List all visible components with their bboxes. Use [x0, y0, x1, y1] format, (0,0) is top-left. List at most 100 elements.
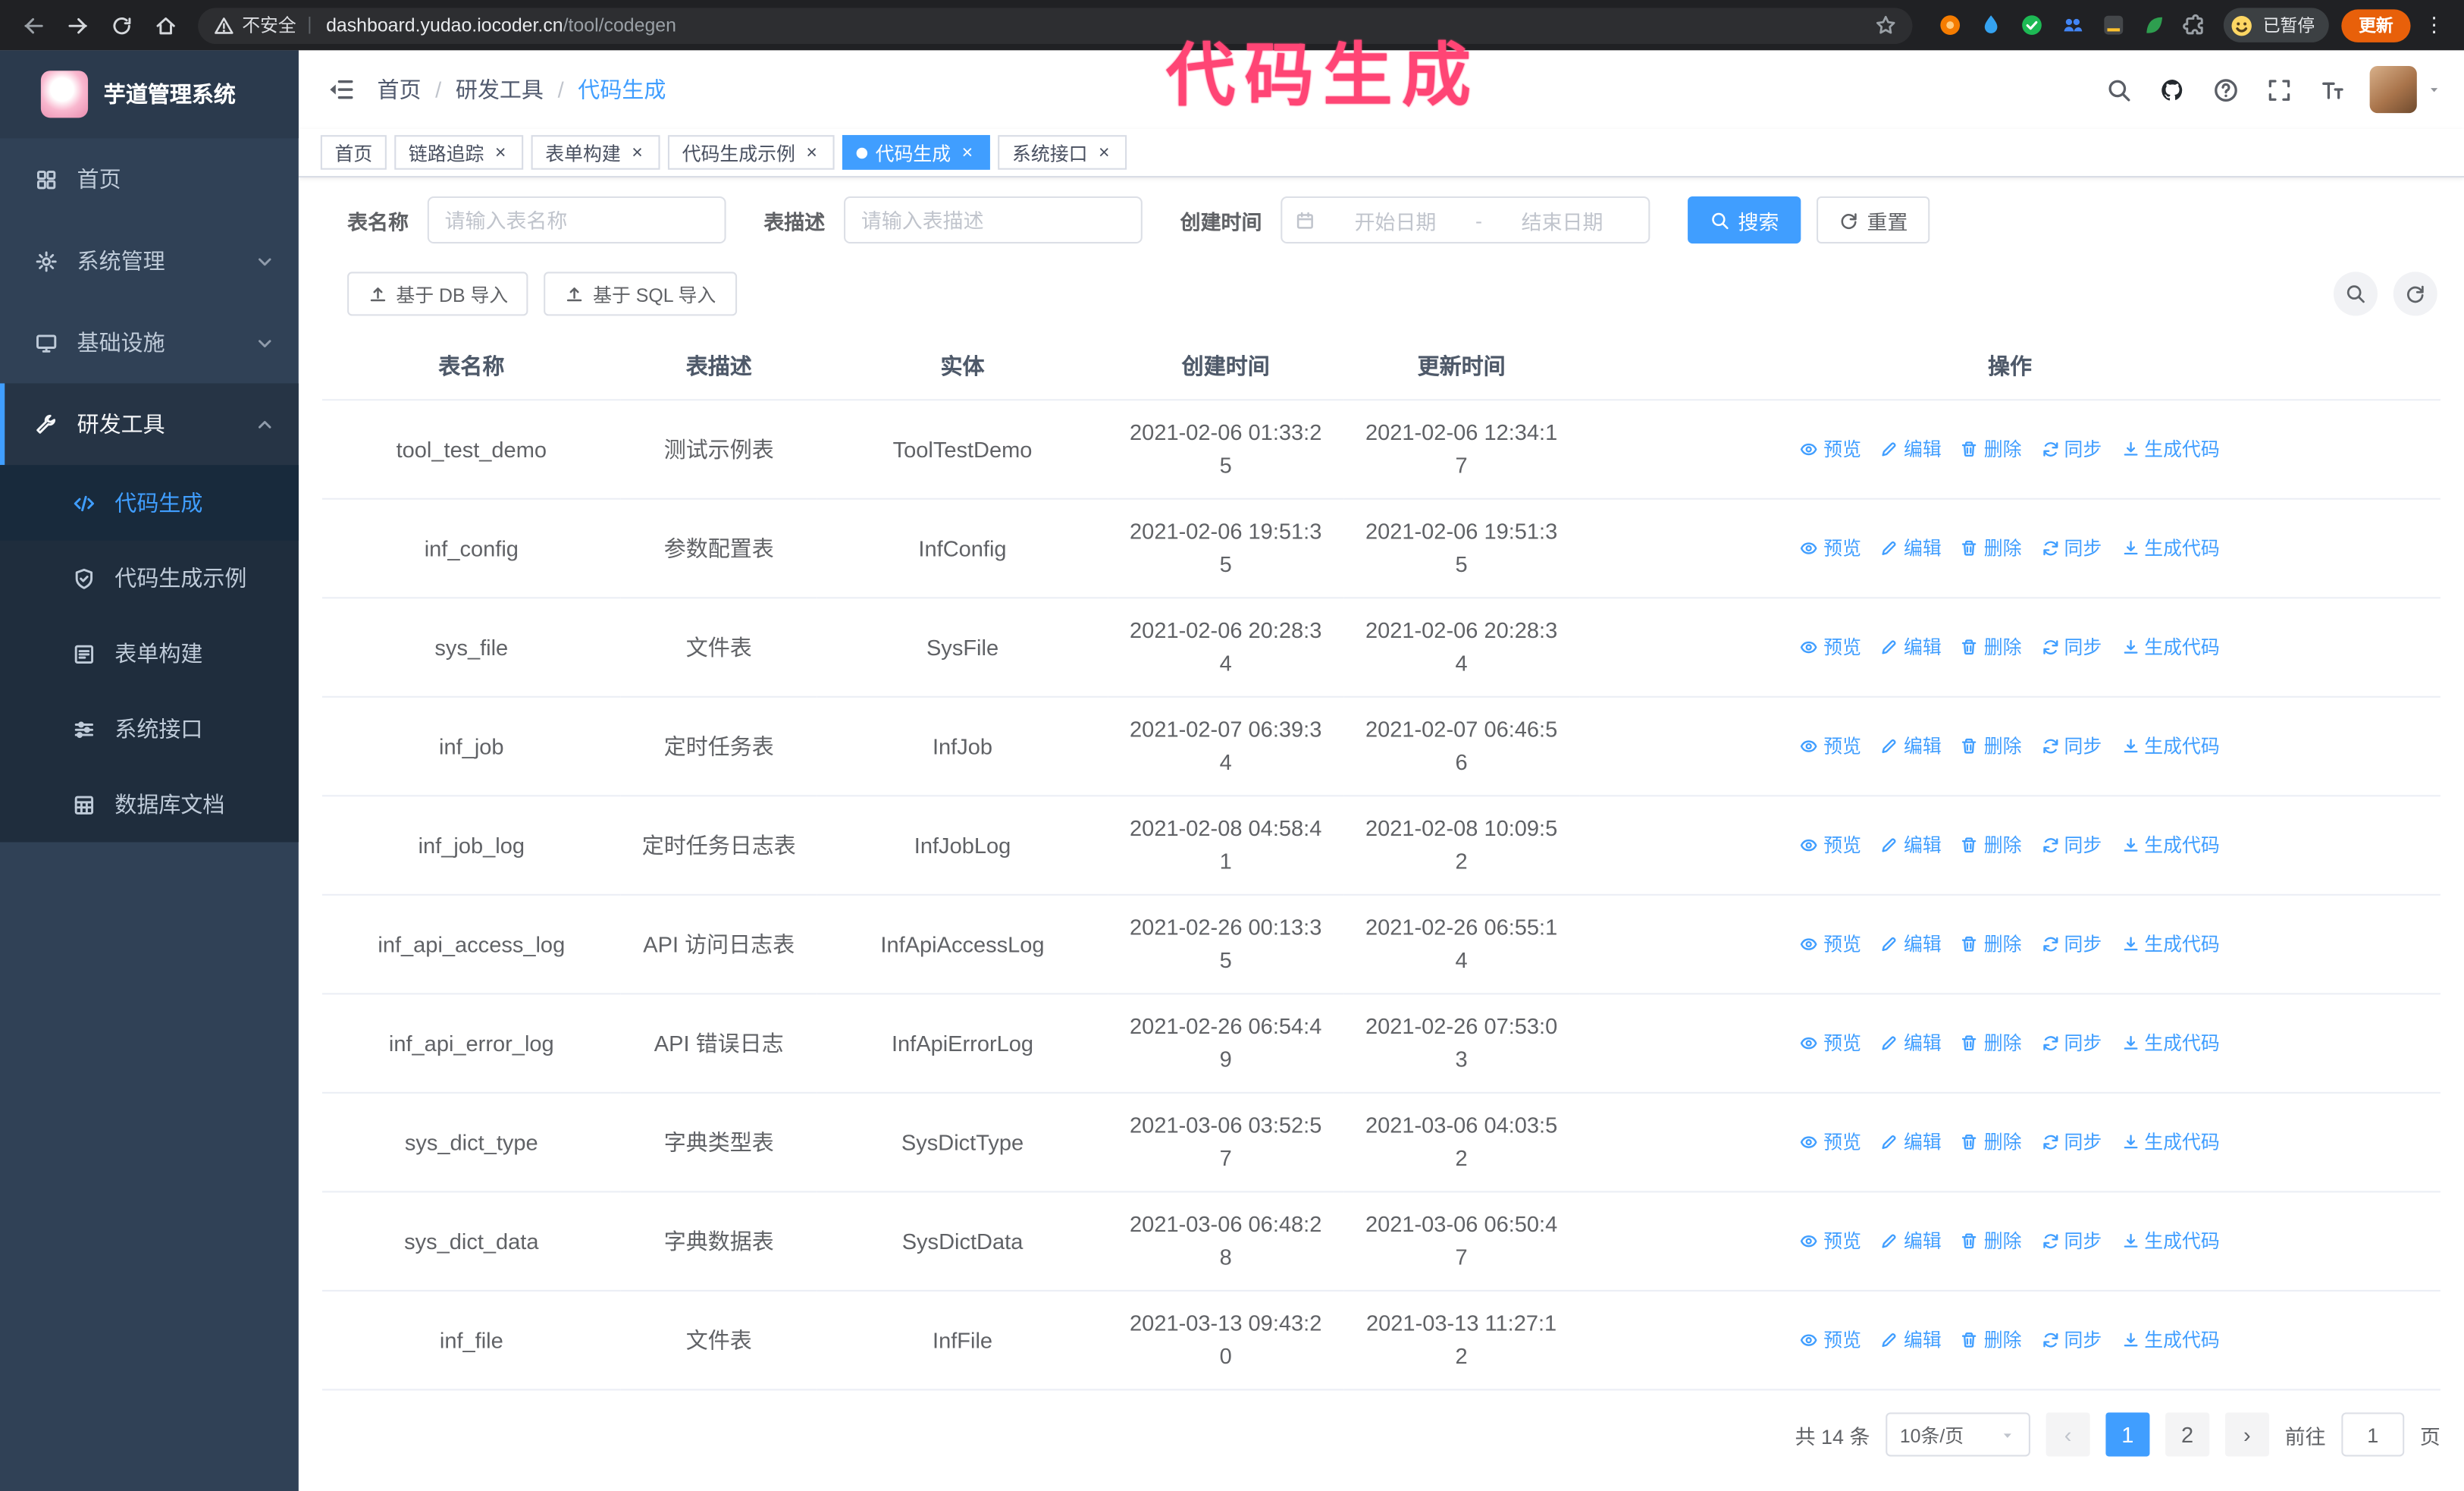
- action-delete[interactable]: 删除: [1961, 1225, 2022, 1258]
- import-sql-button[interactable]: 基于 SQL 导入: [544, 272, 737, 316]
- extensions-puzzle-icon[interactable]: [2175, 5, 2215, 45]
- action-preview[interactable]: 预览: [1800, 1125, 1861, 1159]
- action-delete[interactable]: 删除: [1961, 1027, 2022, 1060]
- action-generate-code[interactable]: 生成代码: [2121, 433, 2220, 466]
- action-generate-code[interactable]: 生成代码: [2121, 1027, 2220, 1060]
- action-sync[interactable]: 同步: [2040, 730, 2102, 763]
- action-delete[interactable]: 删除: [1961, 1125, 2022, 1159]
- action-edit[interactable]: 编辑: [1880, 433, 1942, 466]
- import-db-button[interactable]: 基于 DB 导入: [347, 272, 529, 316]
- action-edit[interactable]: 编辑: [1880, 829, 1942, 862]
- action-edit[interactable]: 编辑: [1880, 1225, 1942, 1258]
- action-sync[interactable]: 同步: [2040, 631, 2102, 664]
- tab-link-tracing[interactable]: 链路追踪 ×: [394, 135, 524, 170]
- browser-forward-button[interactable]: [57, 4, 99, 46]
- browser-home-button[interactable]: [145, 4, 187, 46]
- goto-page-input[interactable]: [2341, 1412, 2405, 1457]
- page-button-1[interactable]: 1: [2105, 1412, 2150, 1457]
- github-link-button[interactable]: [2146, 64, 2196, 115]
- tab-codegen[interactable]: 代码生成 ×: [842, 135, 990, 170]
- action-preview[interactable]: 预览: [1800, 1225, 1861, 1258]
- tab-codegen-example[interactable]: 代码生成示例 ×: [667, 135, 835, 170]
- action-delete[interactable]: 删除: [1961, 928, 2022, 961]
- extension-icon-1[interactable]: [1930, 5, 1969, 45]
- extension-icon-6[interactable]: [2134, 5, 2174, 45]
- extension-icon-4[interactable]: [2052, 5, 2092, 45]
- header-search-button[interactable]: [2093, 64, 2143, 115]
- tab-form-builder[interactable]: 表单构建 ×: [531, 135, 660, 170]
- browser-menu-icon[interactable]: ⋮: [2417, 13, 2452, 38]
- action-generate-code[interactable]: 生成代码: [2121, 829, 2220, 862]
- extension-icon-3[interactable]: [2011, 5, 2051, 45]
- sidebar-item-infrastructure[interactable]: 基础设施: [0, 302, 299, 384]
- font-size-button[interactable]: [2307, 64, 2357, 115]
- close-icon[interactable]: ×: [959, 143, 977, 162]
- bookmark-star-icon[interactable]: [1875, 14, 1897, 36]
- action-edit[interactable]: 编辑: [1880, 1027, 1942, 1060]
- sidebar-item-system-api[interactable]: 系统接口: [0, 692, 299, 767]
- tab-home[interactable]: 首页: [320, 135, 387, 170]
- date-range-picker[interactable]: 开始日期 - 结束日期: [1281, 196, 1651, 244]
- address-bar[interactable]: 不安全 | dashboard.yudao.iocoder.cn/tool/co…: [198, 7, 1913, 43]
- action-sync[interactable]: 同步: [2040, 1027, 2102, 1060]
- action-generate-code[interactable]: 生成代码: [2121, 631, 2220, 664]
- action-preview[interactable]: 预览: [1800, 1323, 1861, 1357]
- sidebar-item-codegen-example[interactable]: 代码生成示例: [0, 541, 299, 616]
- sidebar-item-dev-tools[interactable]: 研发工具: [0, 383, 299, 466]
- action-sync[interactable]: 同步: [2040, 433, 2102, 466]
- action-generate-code[interactable]: 生成代码: [2121, 532, 2220, 565]
- extension-icon-5[interactable]: [2093, 5, 2133, 45]
- action-preview[interactable]: 预览: [1800, 532, 1861, 565]
- page-size-select[interactable]: 10条/页: [1886, 1412, 2030, 1457]
- sidebar-item-form-builder[interactable]: 表单构建: [0, 616, 299, 691]
- close-icon[interactable]: ×: [629, 143, 646, 162]
- action-edit[interactable]: 编辑: [1880, 631, 1942, 664]
- app-logo[interactable]: 芋道管理系统: [0, 50, 299, 139]
- reset-button[interactable]: 重置: [1817, 196, 1930, 244]
- extension-icon-2[interactable]: [1970, 5, 2010, 45]
- action-edit[interactable]: 编辑: [1880, 532, 1942, 565]
- sidebar-collapse-button[interactable]: [315, 63, 368, 116]
- action-generate-code[interactable]: 生成代码: [2121, 1323, 2220, 1357]
- action-preview[interactable]: 预览: [1800, 631, 1861, 664]
- user-avatar[interactable]: [2369, 66, 2417, 114]
- refresh-table-button[interactable]: [2393, 272, 2437, 316]
- sidebar-item-codegen[interactable]: 代码生成: [0, 465, 299, 541]
- action-preview[interactable]: 预览: [1800, 928, 1861, 961]
- action-preview[interactable]: 预览: [1800, 433, 1861, 466]
- action-edit[interactable]: 编辑: [1880, 1323, 1942, 1357]
- action-sync[interactable]: 同步: [2040, 928, 2102, 961]
- action-delete[interactable]: 删除: [1961, 433, 2022, 466]
- breadcrumb-dev-tools[interactable]: 研发工具: [456, 74, 544, 105]
- search-button[interactable]: 搜索: [1688, 196, 1801, 244]
- browser-update-button[interactable]: 更新: [2341, 8, 2411, 42]
- avatar-dropdown-button[interactable]: [2420, 66, 2448, 113]
- browser-back-button[interactable]: [13, 4, 55, 46]
- action-edit[interactable]: 编辑: [1880, 1125, 1942, 1159]
- sidebar-item-db-doc[interactable]: 数据库文档: [0, 767, 299, 842]
- breadcrumb-home[interactable]: 首页: [377, 74, 421, 105]
- tab-system-api[interactable]: 系统接口 ×: [998, 135, 1127, 170]
- action-delete[interactable]: 删除: [1961, 631, 2022, 664]
- action-generate-code[interactable]: 生成代码: [2121, 928, 2220, 961]
- table-desc-input[interactable]: [844, 196, 1143, 244]
- page-button-2[interactable]: 2: [2165, 1412, 2210, 1457]
- action-edit[interactable]: 编辑: [1880, 730, 1942, 763]
- action-sync[interactable]: 同步: [2040, 1225, 2102, 1258]
- action-preview[interactable]: 预览: [1800, 1027, 1861, 1060]
- table-name-input[interactable]: [427, 196, 726, 244]
- toggle-search-button[interactable]: [2333, 272, 2378, 316]
- action-edit[interactable]: 编辑: [1880, 928, 1942, 961]
- action-delete[interactable]: 删除: [1961, 532, 2022, 565]
- help-button[interactable]: [2200, 64, 2250, 115]
- close-icon[interactable]: ×: [492, 143, 509, 162]
- next-page-button[interactable]: ›: [2224, 1412, 2269, 1457]
- fullscreen-button[interactable]: [2253, 64, 2303, 115]
- action-sync[interactable]: 同步: [2040, 1125, 2102, 1159]
- action-generate-code[interactable]: 生成代码: [2121, 1125, 2220, 1159]
- action-generate-code[interactable]: 生成代码: [2121, 730, 2220, 763]
- action-sync[interactable]: 同步: [2040, 829, 2102, 862]
- close-icon[interactable]: ×: [803, 143, 820, 162]
- browser-reload-button[interactable]: [101, 4, 143, 46]
- action-preview[interactable]: 预览: [1800, 829, 1861, 862]
